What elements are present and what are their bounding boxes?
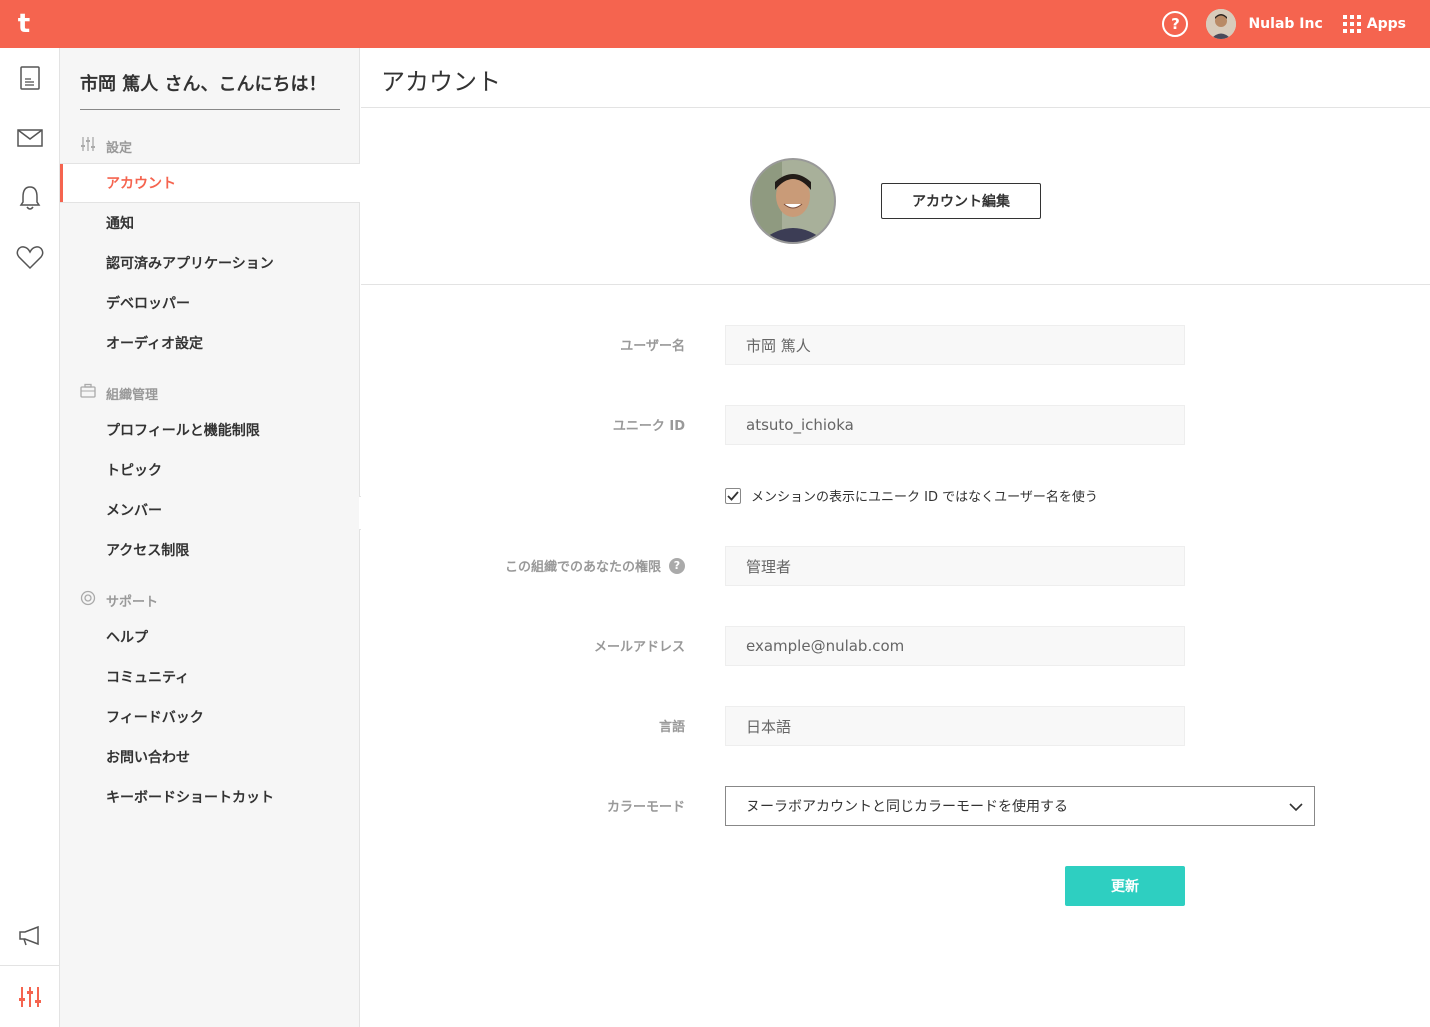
update-button[interactable]: 更新 <box>1065 866 1185 906</box>
email-label: メールアドレス <box>593 640 685 655</box>
role-label: この組織でのあなたの権限 <box>504 560 661 575</box>
divider <box>361 107 1430 108</box>
nav-item-notifications[interactable]: 通知 <box>60 203 360 243</box>
nav-item-developer[interactable]: デベロッパー <box>60 283 360 323</box>
nav-item-help[interactable]: ヘルプ <box>60 617 360 657</box>
divider <box>361 284 1430 285</box>
top-bar-actions: ? Nulab Inc Apps <box>1162 0 1406 48</box>
briefcase-icon <box>80 383 96 403</box>
mention-display-checkbox[interactable] <box>725 487 741 504</box>
sliders-icon <box>80 136 96 156</box>
chevron-down-icon <box>1289 803 1303 812</box>
username-label: ユーザー名 <box>620 339 685 354</box>
language-field: 日本語 <box>725 706 1185 746</box>
mention-display-label: メンションの表示にユニーク ID ではなくユーザー名を使う <box>751 490 1098 505</box>
app-logo[interactable]: t <box>0 0 48 48</box>
help-icon[interactable]: ? <box>1162 11 1189 37</box>
settings-sliders-icon[interactable] <box>0 965 59 1027</box>
section-title: サポート <box>106 594 159 610</box>
section-title: 設定 <box>106 140 133 156</box>
user-avatar[interactable] <box>1206 9 1237 39</box>
megaphone-icon[interactable] <box>0 905 59 965</box>
top-bar: t ? Nulab Inc Apps <box>0 0 1430 48</box>
color-mode-select[interactable]: ヌーラボアカウントと同じカラーモードを使用する <box>725 786 1315 826</box>
greeting: 市岡 篤人 さん、こんにちは！ <box>80 66 340 110</box>
role-help-icon[interactable]: ? <box>669 557 685 574</box>
icon-rail <box>0 48 60 1027</box>
nav-item-keyboard-shortcuts[interactable]: キーボードショートカット <box>60 777 360 817</box>
role-field: 管理者 <box>725 546 1185 586</box>
nav-item-profile-restrictions[interactable]: プロフィールと機能制限 <box>60 410 360 450</box>
nav-item-audio-settings[interactable]: オーディオ設定 <box>60 323 360 363</box>
edit-account-button[interactable]: アカウント編集 <box>881 183 1041 219</box>
settings-panel: 市岡 篤人 さん、こんにちは！ 設定 アカウント 通知 認可済みアプリケーション… <box>60 48 360 1027</box>
nav-item-community[interactable]: コミュニティ <box>60 657 360 697</box>
bell-icon[interactable] <box>0 168 59 228</box>
nav-item-authorized-apps[interactable]: 認可済みアプリケーション <box>60 243 360 283</box>
unique-id-label: ユニーク ID <box>612 419 685 434</box>
apps-label: Apps <box>1366 16 1406 32</box>
nav-item-access-restrictions[interactable]: アクセス制限 <box>60 530 360 570</box>
org-name[interactable]: Nulab Inc <box>1248 16 1322 32</box>
apps-grid-icon <box>1342 15 1361 33</box>
nav-item-members[interactable]: メンバー <box>60 490 360 530</box>
mail-icon[interactable] <box>0 108 59 168</box>
role-label-group: この組織でのあなたの権限 ? <box>505 556 685 575</box>
nav-item-account[interactable]: アカウント <box>60 163 360 203</box>
profile-avatar <box>750 158 836 244</box>
color-mode-label: カラーモード <box>606 800 685 815</box>
lifebuoy-icon <box>80 590 96 610</box>
page-title: アカウント <box>381 68 501 96</box>
color-mode-value: ヌーラボアカウントと同じカラーモードを使用する <box>746 799 1068 815</box>
document-icon[interactable] <box>0 48 59 108</box>
section-header-support: サポート <box>80 590 158 610</box>
heart-icon[interactable] <box>0 228 59 288</box>
checkmark-icon <box>727 490 739 501</box>
section-title: 組織管理 <box>106 387 159 403</box>
nav-item-feedback[interactable]: フィードバック <box>60 697 360 737</box>
nav-item-contact[interactable]: お問い合わせ <box>60 737 360 777</box>
username-field: 市岡 篤人 <box>725 325 1185 365</box>
email-field: example@nulab.com <box>725 626 1185 666</box>
main-content: アカウント アカウント編集 ユーザー名 市岡 篤人 ユニーク ID atsuto… <box>361 48 1430 1027</box>
nav-item-topics[interactable]: トピック <box>60 450 360 490</box>
mention-display-checkbox-row[interactable]: メンションの表示にユニーク ID ではなくユーザー名を使う <box>725 486 1098 505</box>
unique-id-field: atsuto_ichioka <box>725 405 1185 445</box>
apps-button[interactable]: Apps <box>1342 15 1406 33</box>
section-header-settings: 設定 <box>80 136 132 156</box>
section-header-org-admin: 組織管理 <box>80 383 158 403</box>
language-label: 言語 <box>658 720 685 735</box>
